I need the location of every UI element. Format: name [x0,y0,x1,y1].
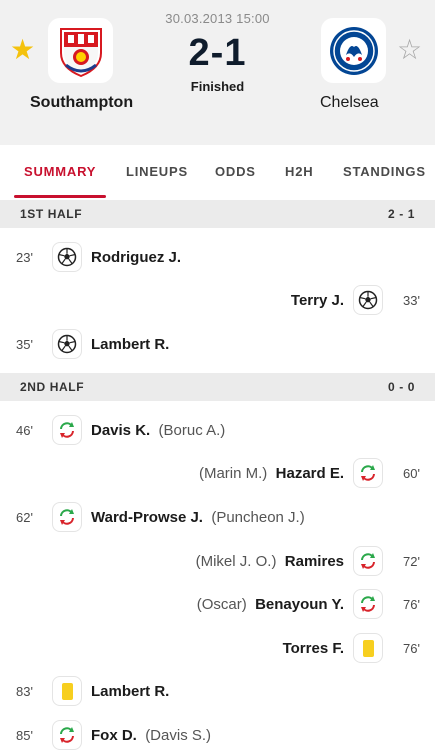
event-minute: 60' [403,466,420,481]
event-row[interactable]: Torres F. 76' [0,629,435,669]
player-in: Davis K. [91,422,151,439]
section-score: 2 - 1 [387,207,415,221]
event-minute: 46' [16,423,33,438]
player-in: Ward-Prowse J. [91,509,203,526]
yellow-card-shape [61,682,73,700]
event-minute: 85' [16,728,33,743]
section-score: 0 - 0 [387,380,415,394]
event-row[interactable]: (Mikel J. O.) Ramires 72' [0,542,435,582]
goal-icon [353,285,383,315]
event-player[interactable]: Terry J. [291,292,344,309]
player-out: (Oscar) [196,596,247,613]
tab-bar: SUMMARY LINEUPS ODDS H2H STANDINGS [0,145,435,200]
substitution-icon [52,720,82,750]
yellow-card-icon [353,633,383,663]
event-minute: 23' [16,250,33,265]
tab-lineups[interactable]: LINEUPS [126,164,188,179]
goal-icon [52,242,82,272]
event-row[interactable]: 83' Lambert R. [0,672,435,712]
section-header-second-half: 2ND HALF 0 - 0 [0,373,435,401]
event-player[interactable]: Davis K. (Boruc A.) [91,422,225,439]
event-player[interactable]: (Marin M.) Hazard E. [199,465,344,482]
player-out: (Marin M.) [198,465,268,482]
event-minute: 72' [403,554,420,569]
event-row[interactable]: 23' Rodriguez J. [0,238,435,278]
event-minute: 76' [403,597,420,612]
event-row[interactable]: 62' Ward-Prowse J. (Puncheon J.) [0,498,435,538]
player-out: (Puncheon J.) [211,509,305,526]
event-player[interactable]: Lambert R. [91,336,169,353]
event-player[interactable]: Lambert R. [91,683,169,700]
player-out: (Davis S.) [145,727,212,744]
event-minute: 62' [16,510,33,525]
event-player[interactable]: Ward-Prowse J. (Puncheon J.) [91,509,305,526]
event-player[interactable]: Torres F. [283,640,344,657]
event-player[interactable]: Rodriguez J. [91,249,181,266]
goal-icon [52,329,82,359]
event-row[interactable]: 85' Fox D. (Davis S.) [0,716,435,750]
substitution-icon [353,458,383,488]
event-minute: 33' [403,293,420,308]
yellow-card-icon [52,676,82,706]
away-team-name[interactable]: Chelsea [320,94,379,112]
player-in: Hazard E. [275,465,344,482]
event-player[interactable]: Fox D. (Davis S.) [91,727,211,744]
home-team-name[interactable]: Southampton [30,94,133,112]
section-label: 2ND HALF [20,380,85,394]
section-label: 1ST HALF [20,207,83,221]
section-header-first-half: 1ST HALF 2 - 1 [0,200,435,228]
player-out: (Boruc A.) [158,422,226,439]
event-minute: 83' [16,684,33,699]
event-row[interactable]: (Marin M.) Hazard E. 60' [0,454,435,494]
match-score: 2-1 [188,32,247,74]
player-in: Ramires [284,553,344,570]
event-player[interactable]: (Oscar) Benayoun Y. [197,596,344,613]
tab-summary[interactable]: SUMMARY [24,164,96,179]
event-minute: 76' [403,641,420,656]
event-player[interactable]: (Mikel J. O.) Ramires [196,553,344,570]
tab-odds[interactable]: ODDS [215,164,256,179]
event-row[interactable]: (Oscar) Benayoun Y. 76' [0,585,435,625]
event-row[interactable]: Terry J. 33' [0,281,435,321]
match-header: 30.03.2013 15:00 ★ ☆ Southampton Chelsea… [0,0,435,145]
tab-h2h[interactable]: H2H [285,164,313,179]
event-row[interactable]: 35' Lambert R. [0,325,435,365]
tab-standings[interactable]: STANDINGS [343,164,426,179]
substitution-icon [52,415,82,445]
yellow-card-shape [362,639,374,657]
player-in: Benayoun Y. [255,596,344,613]
player-in: Fox D. [91,727,137,744]
match-status: Finished [190,79,245,94]
player-out: (Mikel J. O.) [195,553,277,570]
substitution-icon [52,502,82,532]
substitution-icon [353,546,383,576]
event-minute: 35' [16,337,33,352]
substitution-icon [353,589,383,619]
event-row[interactable]: 46' Davis K. (Boruc A.) [0,411,435,451]
active-tab-indicator [14,195,106,198]
